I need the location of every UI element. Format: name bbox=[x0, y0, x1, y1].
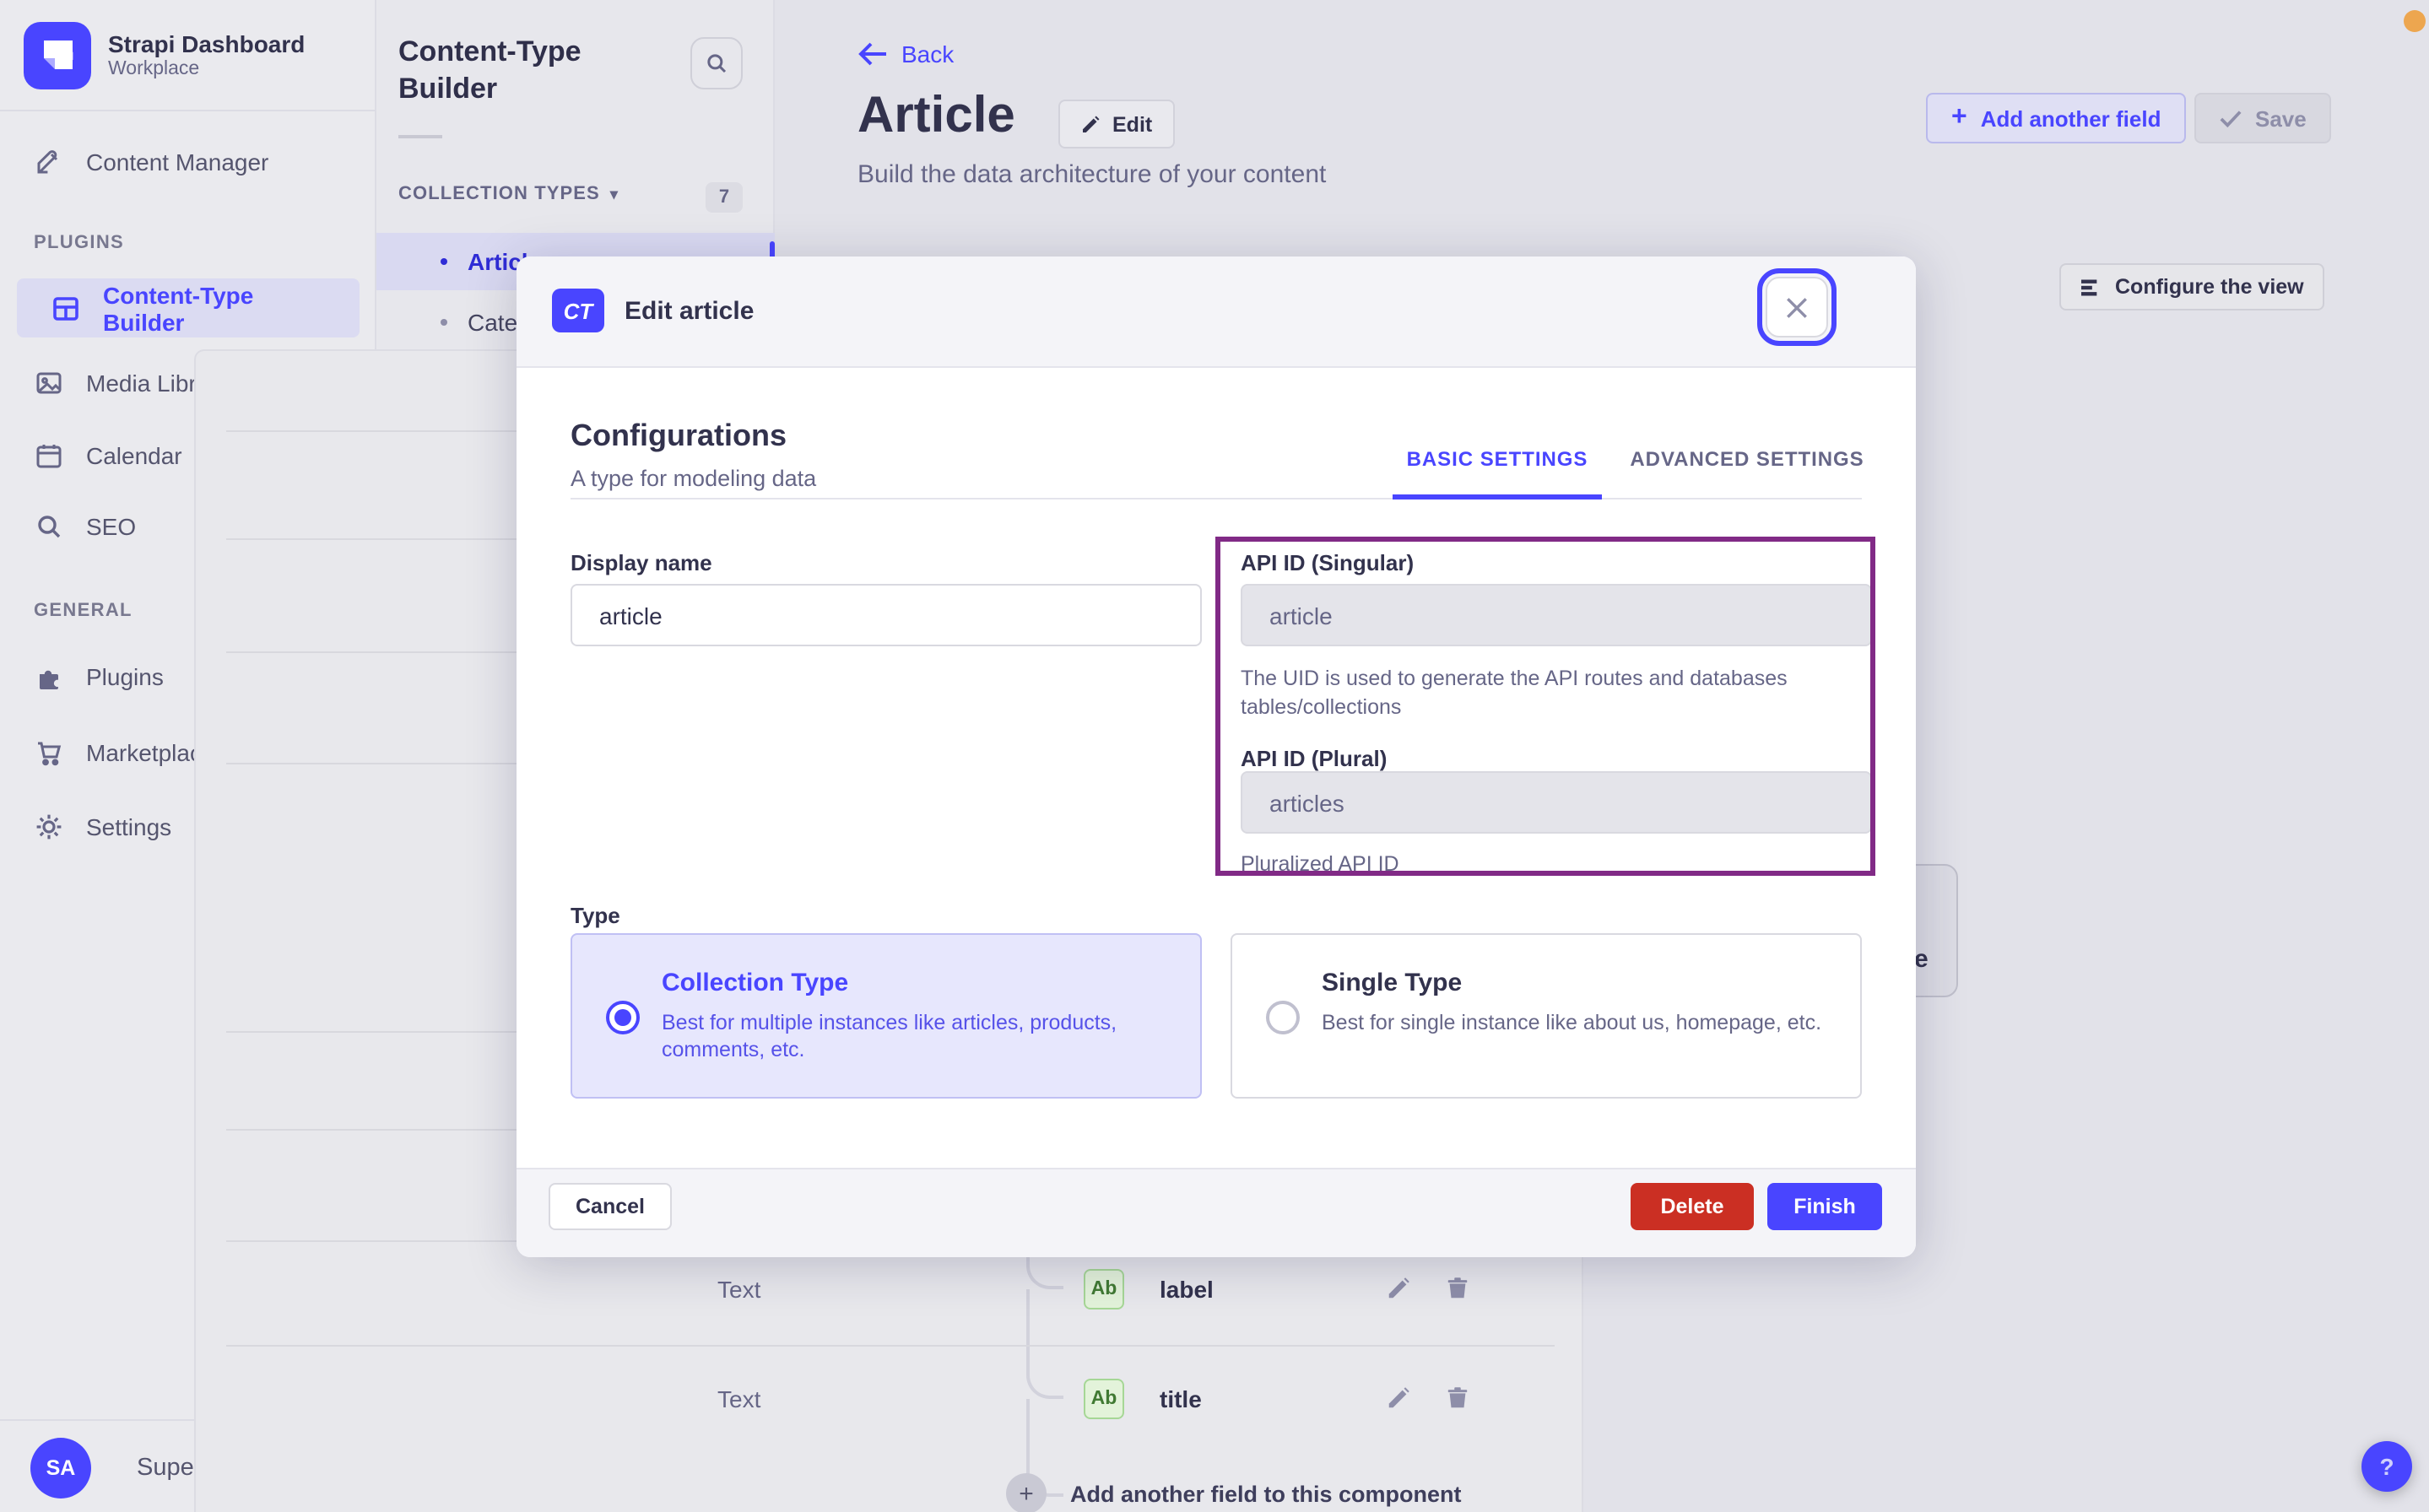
grid-layout-icon bbox=[51, 293, 81, 323]
gear-icon bbox=[34, 812, 64, 842]
nav-item-content-type-builder[interactable]: Content-Type Builder bbox=[17, 278, 360, 338]
add-another-field-button[interactable]: + Add another field bbox=[1926, 93, 2187, 143]
collection-type-title: Collection Type bbox=[662, 969, 849, 997]
single-type-card[interactable]: Single Type Best for single instance lik… bbox=[1231, 933, 1862, 1099]
arrow-left-icon bbox=[858, 42, 886, 66]
row-divider bbox=[226, 1345, 1555, 1347]
nav-item-label: Settings bbox=[86, 813, 172, 840]
bullet-icon bbox=[441, 319, 447, 326]
delete-button[interactable]: Delete bbox=[1631, 1183, 1754, 1230]
collection-type-card[interactable]: Collection Type Best for multiple instan… bbox=[571, 933, 1202, 1099]
nav-section-general: GENERAL bbox=[34, 601, 133, 621]
tab-basic-settings[interactable]: BASIC SETTINGS bbox=[1393, 447, 1602, 471]
single-type-title: Single Type bbox=[1322, 969, 1463, 997]
field-type: Text bbox=[717, 1385, 761, 1412]
nav-item-label: Content-Type Builder bbox=[103, 281, 254, 335]
plus-icon: + bbox=[1006, 1473, 1047, 1512]
page-title: Article bbox=[857, 88, 1015, 143]
api-id-singular-label: API ID (Singular) bbox=[1241, 550, 1415, 575]
pencil-icon bbox=[1083, 115, 1100, 132]
background-card-text: e bbox=[1914, 945, 1929, 974]
divider bbox=[571, 498, 1862, 500]
close-modal-button[interactable] bbox=[1757, 268, 1837, 346]
finish-button[interactable]: Finish bbox=[1767, 1183, 1882, 1230]
row-actions bbox=[1386, 1385, 1470, 1411]
api-id-plural-input[interactable] bbox=[1241, 771, 1872, 834]
modal-footer: Cancel Delete Finish bbox=[517, 1168, 1916, 1257]
add-component-field-button[interactable]: + Add another field to this component bbox=[1006, 1473, 1462, 1512]
display-name-label: Display name bbox=[571, 550, 712, 575]
radio-unselected-icon[interactable] bbox=[1266, 1001, 1300, 1034]
puzzle-icon bbox=[34, 662, 64, 692]
tab-advanced-settings[interactable]: ADVANCED SETTINGS bbox=[1629, 447, 1865, 471]
avatar[interactable]: SA bbox=[30, 1438, 91, 1498]
field-type-badge: Ab bbox=[1084, 1269, 1124, 1310]
api-id-singular-help: The UID is used to generate the API rout… bbox=[1241, 667, 1788, 719]
pencil-icon[interactable] bbox=[1386, 1385, 1411, 1411]
nav-item-label: SEO bbox=[86, 513, 137, 540]
help-button[interactable]: ? bbox=[2361, 1441, 2412, 1492]
field-name: title bbox=[1160, 1385, 1202, 1412]
recording-indicator-icon bbox=[2404, 10, 2426, 32]
tree-connector bbox=[1026, 1289, 1063, 1399]
row-actions bbox=[1386, 1276, 1470, 1301]
check-icon bbox=[2220, 110, 2242, 127]
picture-icon bbox=[34, 368, 64, 398]
brand[interactable]: Strapi Dashboard Workplace bbox=[0, 0, 376, 111]
collection-count-badge: 7 bbox=[706, 182, 743, 213]
edit-article-modal: CT Edit article Configurations A type fo… bbox=[517, 256, 1916, 1257]
nav-item-label: Calendar bbox=[86, 442, 182, 469]
app-title: Strapi Dashboard bbox=[108, 30, 306, 57]
field-type: Text bbox=[717, 1276, 761, 1303]
back-link[interactable]: Back bbox=[857, 40, 954, 68]
api-id-plural-label: API ID (Plural) bbox=[1241, 746, 1388, 771]
single-type-desc: Best for single instance like about us, … bbox=[1322, 1011, 1822, 1034]
page-subtitle: Build the data architecture of your cont… bbox=[857, 160, 1327, 189]
strapi-logo-icon bbox=[24, 21, 91, 89]
display-name-input[interactable] bbox=[571, 584, 1202, 646]
configure-view-button[interactable]: Configure the view bbox=[2059, 263, 2324, 310]
radio-selected-icon[interactable] bbox=[606, 1001, 640, 1034]
nav-item-content-manager[interactable]: Content Manager bbox=[0, 132, 376, 192]
configurations-heading: Configurations bbox=[571, 418, 787, 452]
search-icon bbox=[34, 511, 64, 542]
configurations-subheading: A type for modeling data bbox=[571, 466, 817, 491]
api-id-plural-help: Pluralized API ID bbox=[1241, 852, 1399, 876]
workspace-label: Workplace bbox=[108, 59, 200, 80]
nav-section-plugins: PLUGINS bbox=[34, 233, 125, 253]
type-label: Type bbox=[571, 903, 620, 928]
close-icon bbox=[1787, 297, 1807, 317]
strapi-dashboard: Strapi Dashboard Workplace Content Manag… bbox=[0, 0, 2429, 1512]
collection-type-desc: Best for multiple instances like article… bbox=[662, 1011, 1117, 1062]
bullet-icon bbox=[441, 258, 447, 265]
trash-icon[interactable] bbox=[1445, 1385, 1470, 1411]
edit-button[interactable]: Edit bbox=[1058, 100, 1175, 148]
calendar-icon bbox=[34, 440, 64, 471]
trash-icon[interactable] bbox=[1445, 1276, 1470, 1301]
collection-types-header[interactable]: COLLECTION TYPES ▾ bbox=[398, 184, 619, 204]
api-id-singular-input[interactable] bbox=[1241, 584, 1872, 646]
feather-pen-icon bbox=[34, 147, 64, 177]
modal-header: CT Edit article bbox=[517, 256, 1916, 368]
search-button[interactable] bbox=[690, 37, 743, 89]
pencil-icon[interactable] bbox=[1386, 1276, 1411, 1301]
cart-icon bbox=[34, 737, 64, 768]
chevron-down-icon: ▾ bbox=[609, 185, 619, 202]
field-type-badge: Ab bbox=[1084, 1379, 1124, 1419]
modal-title: Edit article bbox=[625, 297, 755, 326]
nav-item-label: Content Manager bbox=[86, 148, 269, 176]
content-type-badge: CT bbox=[552, 289, 604, 332]
active-tab-indicator bbox=[1393, 494, 1602, 500]
cancel-button[interactable]: Cancel bbox=[549, 1183, 672, 1230]
field-name: label bbox=[1160, 1276, 1214, 1303]
nav-item-label: Plugins bbox=[86, 663, 164, 690]
divider bbox=[398, 135, 442, 138]
filter-lines-icon bbox=[2081, 278, 2097, 295]
plus-icon: + bbox=[1951, 103, 1967, 132]
save-button[interactable]: Save bbox=[2194, 93, 2332, 143]
builder-title: Content-Type Builder bbox=[398, 35, 582, 105]
